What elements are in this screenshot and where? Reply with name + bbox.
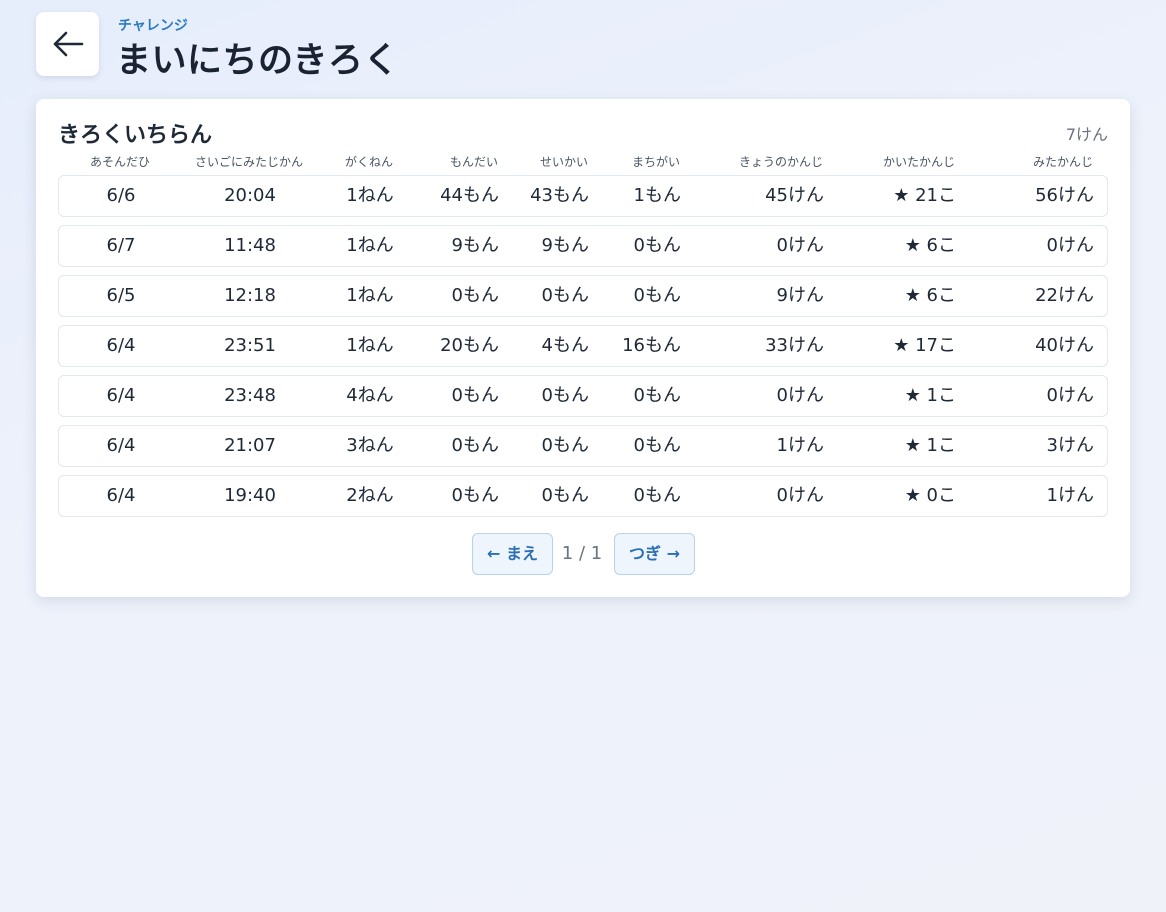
records-title: きろくいちらん [58,123,213,148]
table-row: 6/4 21:07 3ねん 0もん 0もん 0もん 1けん ★ 1こ 3けん [58,425,1108,467]
cell-seen-kanji: 56けん [1035,185,1094,206]
cell-today-kanji: 0けん [776,385,824,406]
next-page-button[interactable]: つぎ → [614,533,695,575]
pagination: ← まえ 1 / 1 つぎ → [36,533,1130,575]
cell-wrong: 1もん [633,185,681,206]
cell-wrong: 16もん [622,335,681,356]
cell-today-kanji: 33けん [765,335,824,356]
cell-date: 6/6 [106,185,136,206]
cell-written-kanji: ★ 21こ [893,185,956,206]
cell-today-kanji: 9けん [776,285,824,306]
arrow-left-icon [53,31,83,57]
cell-today-kanji: 1けん [776,435,824,456]
cell-date: 6/4 [106,335,136,356]
cell-correct: 43もん [530,185,589,206]
table-row: 6/4 23:48 4ねん 0もん 0もん 0もん 0けん ★ 1こ 0けん [58,375,1108,417]
cell-correct: 9もん [541,235,589,256]
cell-wrong: 0もん [633,235,681,256]
cell-questions: 0もん [451,285,499,306]
column-header-date: あそんだひ [89,155,151,169]
cell-last-seen: 23:51 [224,335,276,356]
table-header: あそんだひ さいごにみたじかん がくねん もんだい せいかい まちがい きょうの… [58,152,1108,172]
records-card: きろくいちらん 7けん あそんだひ さいごにみたじかん がくねん もんだい せい… [36,99,1130,597]
cell-grade: 1ねん [346,235,394,256]
cell-date: 6/7 [106,235,136,256]
cell-questions: 0もん [451,485,499,506]
cell-written-kanji: ★ 17こ [893,335,956,356]
cell-last-seen: 19:40 [224,485,276,506]
cell-today-kanji: 45けん [765,185,824,206]
cell-grade: 3ねん [346,435,394,456]
column-header-seen-kanji: みたかんじ [1032,155,1093,169]
cell-last-seen: 21:07 [224,435,276,456]
cell-questions: 9もん [451,235,499,256]
cell-written-kanji: ★ 0こ [904,485,956,506]
cell-grade: 1ねん [346,285,394,306]
cell-seen-kanji: 0けん [1046,235,1094,256]
table-row: 6/4 23:51 1ねん 20もん 4もん 16もん 33けん ★ 17こ 40けん [58,325,1108,367]
cell-grade: 1ねん [346,185,394,206]
cell-wrong: 0もん [633,435,681,456]
cell-wrong: 0もん [633,385,681,406]
column-header-last-seen: さいごにみたじかん [194,155,304,169]
cell-date: 6/5 [106,285,136,306]
cell-last-seen: 12:18 [224,285,276,306]
cell-questions: 44もん [440,185,499,206]
column-header-questions: もんだい [449,155,498,169]
cell-questions: 0もん [451,435,499,456]
cell-written-kanji: ★ 6こ [904,235,956,256]
table-row: 6/5 12:18 1ねん 0もん 0もん 0もん 9けん ★ 6こ 22けん [58,275,1108,317]
page-title: まいにちのきろく [116,41,399,81]
cell-correct: 0もん [541,285,589,306]
cell-date: 6/4 [106,435,136,456]
cell-grade: 4ねん [346,385,394,406]
cell-seen-kanji: 40けん [1035,335,1094,356]
cell-correct: 4もん [541,335,589,356]
cell-correct: 0もん [541,435,589,456]
back-button[interactable] [36,12,99,76]
cell-last-seen: 20:04 [224,185,276,206]
cell-written-kanji: ★ 1こ [904,435,956,456]
cell-wrong: 0もん [633,485,681,506]
column-header-written-kanji: かいたかんじ [882,155,955,169]
cell-seen-kanji: 0けん [1046,385,1094,406]
cell-date: 6/4 [106,385,136,406]
prev-page-button[interactable]: ← まえ [472,533,553,575]
cell-written-kanji: ★ 1こ [904,385,956,406]
table-row: 6/6 20:04 1ねん 44もん 43もん 1もん 45けん ★ 21こ 56けん [58,175,1108,217]
table-row: 6/7 11:48 1ねん 9もん 9もん 0もん 0けん ★ 6こ 0けん [58,225,1108,267]
column-header-wrong: まちがい [631,155,680,169]
cell-seen-kanji: 22けん [1035,285,1094,306]
cell-written-kanji: ★ 6こ [904,285,956,306]
column-header-correct: せいかい [539,155,588,169]
cell-correct: 0もん [541,485,589,506]
records-count: 7けん [1065,125,1108,144]
cell-grade: 2ねん [346,485,394,506]
cell-last-seen: 23:48 [224,385,276,406]
cell-questions: 0もん [451,385,499,406]
table-row: 6/4 19:40 2ねん 0もん 0もん 0もん 0けん ★ 0こ 1けん [58,475,1108,517]
cell-last-seen: 11:48 [224,235,276,256]
cell-date: 6/4 [106,485,136,506]
cell-today-kanji: 0けん [776,485,824,506]
cell-questions: 20もん [440,335,499,356]
cell-seen-kanji: 3けん [1046,435,1094,456]
column-header-today-kanji: きょうのかんじ [738,155,823,169]
cell-correct: 0もん [541,385,589,406]
cell-today-kanji: 0けん [776,235,824,256]
column-header-grade: がくねん [344,155,394,169]
cell-seen-kanji: 1けん [1046,485,1094,506]
cell-grade: 1ねん [346,335,394,356]
cell-wrong: 0もん [633,285,681,306]
